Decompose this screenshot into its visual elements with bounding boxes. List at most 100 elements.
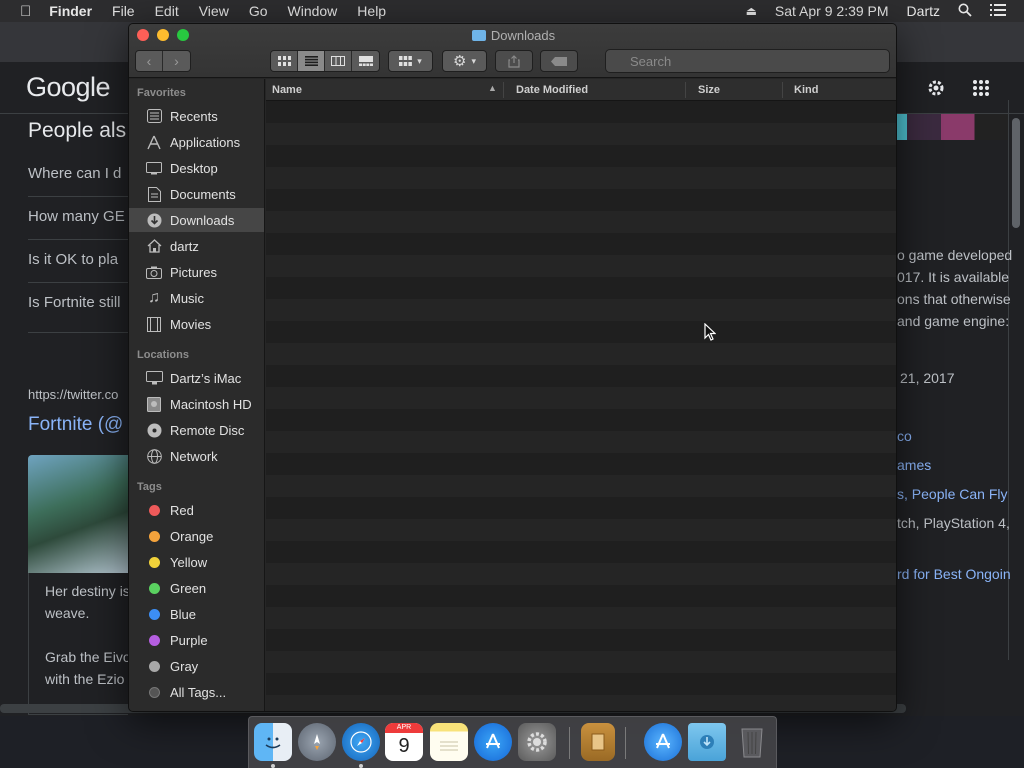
sidebar-item-imac[interactable]: Dartz’s iMac [129, 366, 264, 390]
sidebar-tag-purple[interactable]: Purple [129, 628, 264, 652]
list-view-button[interactable] [298, 51, 325, 71]
sidebar-item-label: All Tags... [170, 684, 227, 700]
dock-safari-icon[interactable] [342, 723, 380, 761]
menu-clock[interactable]: Sat Apr 9 2:39 PM [775, 3, 889, 19]
page-scrollbar[interactable] [1012, 118, 1020, 228]
column-header-row: Name ▲ Date Modified Size Kind [266, 79, 896, 101]
menu-user[interactable]: Dartz [907, 3, 940, 19]
question-4[interactable]: Is Fortnite still [28, 294, 121, 311]
divider [28, 239, 128, 240]
sidebar-tag-gray[interactable]: Gray [129, 654, 264, 678]
action-menu-button[interactable]: ⚙ ▾ [442, 50, 487, 72]
result-title-link[interactable]: Fortnite (@ [28, 414, 123, 436]
sidebar-tag-green[interactable]: Green [129, 576, 264, 600]
sidebar-item-home[interactable]: dartz [129, 234, 264, 258]
panel-link-award[interactable]: rd for Best Ongoin [897, 566, 1011, 582]
sidebar-all-tags[interactable]: All Tags... [129, 680, 264, 704]
dock-separator [625, 727, 626, 759]
dock-notes-icon[interactable] [430, 723, 468, 761]
gallery-view-button[interactable] [352, 51, 379, 71]
sidebar-tag-blue[interactable]: Blue [129, 602, 264, 626]
menu-window[interactable]: Window [288, 3, 338, 19]
sort-ascending-icon[interactable]: ▲ [488, 83, 497, 93]
sidebar-item-desktop[interactable]: Desktop [129, 156, 264, 180]
settings-gear-icon[interactable] [926, 78, 946, 103]
dock-calendar-icon[interactable]: APR 9 [385, 723, 423, 761]
knowledge-panel-image[interactable] [896, 114, 1008, 140]
sidebar-item-remote-disc[interactable]: Remote Disc [129, 418, 264, 442]
column-header-date-modified[interactable]: Date Modified [516, 84, 588, 96]
back-button[interactable]: ‹ [136, 51, 163, 71]
forward-button[interactable]: › [163, 51, 190, 71]
sidebar-item-network[interactable]: Network [129, 444, 264, 468]
finder-window: Downloads ‹ › ▾ ⚙ ▾ Search Favorites Rec… [128, 23, 897, 712]
sidebar-header-favorites: Favorites [137, 87, 186, 99]
dock-document-stack-icon[interactable] [581, 723, 615, 761]
question-2[interactable]: How many GE [28, 208, 125, 225]
menu-go[interactable]: Go [249, 3, 268, 19]
sidebar-item-music[interactable]: ♫ Music [129, 286, 264, 310]
edit-tags-button[interactable] [540, 50, 578, 72]
sidebar-item-documents[interactable]: Documents [129, 182, 264, 206]
menu-file[interactable]: File [112, 3, 135, 19]
recents-icon [145, 108, 163, 124]
sidebar-item-label: Orange [170, 528, 214, 544]
sidebar-item-pictures[interactable]: Pictures [129, 260, 264, 284]
apps-grid-icon[interactable] [973, 80, 989, 101]
group-by-button[interactable]: ▾ [388, 50, 433, 72]
sidebar-tag-yellow[interactable]: Yellow [129, 550, 264, 574]
panel-link-1[interactable]: co [897, 428, 912, 444]
sidebar-item-movies[interactable]: Movies [129, 312, 264, 336]
sidebar-item-label: Gray [170, 658, 199, 674]
column-header-name[interactable]: Name [272, 84, 302, 96]
question-1[interactable]: Where can I d [28, 165, 121, 182]
empty-file-rows[interactable] [266, 101, 896, 711]
question-3[interactable]: Is it OK to pla [28, 251, 118, 268]
tweet-image[interactable] [28, 455, 128, 573]
sidebar-item-downloads[interactable]: Downloads [129, 208, 264, 232]
sidebar-tag-orange[interactable]: Orange [129, 524, 264, 548]
column-view-icon [331, 56, 345, 66]
column-header-size[interactable]: Size [698, 84, 720, 96]
dock-applications-folder-icon[interactable] [644, 723, 682, 761]
sidebar-tag-red[interactable]: Red [129, 498, 264, 522]
dock-downloads-folder-icon[interactable] [688, 723, 726, 761]
applications-icon [145, 134, 163, 150]
panel-link-3[interactable]: s, People Can Fly [897, 486, 1008, 502]
share-icon [508, 54, 520, 68]
dock-system-preferences-icon[interactable] [518, 723, 556, 761]
column-separator[interactable] [782, 82, 783, 98]
dock-finder-icon[interactable] [254, 723, 292, 761]
panel-link-2[interactable]: ames [897, 457, 931, 473]
sidebar-item-macintosh-hd[interactable]: Macintosh HD [129, 392, 264, 416]
column-view-button[interactable] [325, 51, 352, 71]
dock-trash-icon[interactable] [733, 723, 771, 761]
tag-icon [551, 56, 567, 66]
menu-view[interactable]: View [199, 3, 229, 19]
tag-dot-container [145, 632, 163, 648]
divider [28, 332, 128, 333]
panel-line-3: ons that otherwise [897, 291, 1011, 307]
column-separator[interactable] [685, 82, 686, 98]
group-grid-icon [399, 56, 413, 66]
file-list[interactable]: Name ▲ Date Modified Size Kind [266, 79, 896, 711]
menu-edit[interactable]: Edit [155, 3, 179, 19]
menu-app-name[interactable]: Finder [49, 3, 92, 19]
result-url[interactable]: https://twitter.co [28, 387, 118, 402]
notification-center-icon[interactable] [990, 3, 1006, 19]
share-button[interactable] [495, 50, 533, 72]
icon-view-button[interactable] [271, 51, 298, 71]
dock-launchpad-icon[interactable] [298, 723, 336, 761]
search-input[interactable] [605, 49, 890, 73]
spotlight-icon[interactable] [958, 3, 972, 20]
finder-titlebar[interactable]: Downloads ‹ › ▾ ⚙ ▾ [129, 24, 896, 78]
dock-app-store-icon[interactable] [474, 723, 512, 761]
menu-help[interactable]: Help [357, 3, 386, 19]
sidebar-item-applications[interactable]: Applications [129, 130, 264, 154]
column-separator[interactable] [503, 82, 504, 98]
sidebar-item-recents[interactable]: Recents [129, 104, 264, 128]
google-logo[interactable]: Google [26, 72, 111, 103]
column-header-kind[interactable]: Kind [794, 84, 818, 96]
eject-icon[interactable]: ⏏ [746, 4, 757, 18]
apple-menu-icon[interactable]:  [20, 3, 31, 20]
